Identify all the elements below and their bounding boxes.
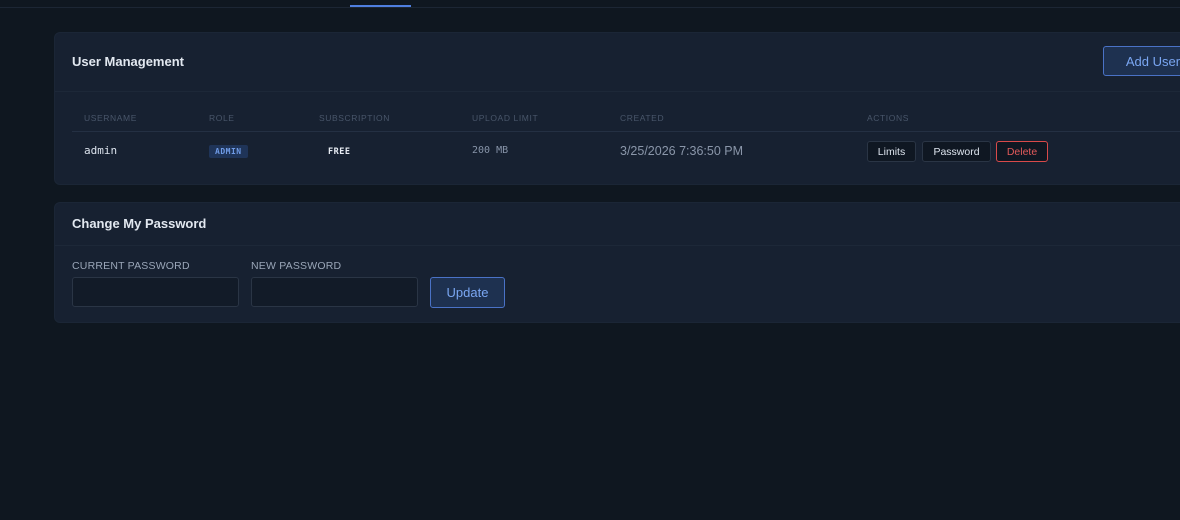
active-tab-indicator — [350, 5, 411, 7]
reset-password-button[interactable]: Password — [922, 141, 991, 162]
limits-button[interactable]: Limits — [867, 141, 916, 162]
role-badge: ADMIN — [209, 145, 248, 158]
upload-limit-cell: 200 MB — [472, 145, 509, 156]
current-password-input[interactable] — [72, 277, 239, 307]
column-header-username: USERNAME — [84, 113, 137, 123]
created-cell: 3/25/2026 7:36:50 PM — [620, 144, 744, 158]
user-management-title: User Management — [72, 54, 184, 69]
update-password-button[interactable]: Update — [430, 277, 505, 308]
change-password-card: Change My Password CURRENT PASSWORD NEW … — [54, 202, 1180, 323]
subscription-badge: FREE — [328, 147, 351, 157]
change-password-title: Change My Password — [72, 216, 207, 231]
column-header-created: CREATED — [620, 113, 665, 123]
column-header-actions: ACTIONS — [867, 113, 909, 123]
users-table-header: USERNAME ROLE SUBSCRIPTION UPLOAD LIMIT … — [72, 113, 1180, 132]
column-header-upload-limit: UPLOAD LIMIT — [472, 113, 539, 123]
username-cell: admin — [84, 144, 118, 157]
user-management-card: User Management Add User USERNAME ROLE S… — [54, 32, 1180, 185]
card-divider — [55, 91, 1180, 92]
new-password-label: NEW PASSWORD — [251, 260, 342, 272]
table-row: admin ADMIN FREE 200 MB 3/25/2026 7:36:5… — [72, 133, 1180, 169]
column-header-role: ROLE — [209, 113, 235, 123]
card-divider — [55, 245, 1180, 246]
column-header-subscription: SUBSCRIPTION — [319, 113, 390, 123]
add-user-button[interactable]: Add User — [1103, 46, 1180, 76]
top-navigation-bar — [0, 0, 1180, 8]
new-password-input[interactable] — [251, 277, 418, 307]
current-password-label: CURRENT PASSWORD — [72, 260, 190, 272]
delete-user-button[interactable]: Delete — [996, 141, 1048, 162]
